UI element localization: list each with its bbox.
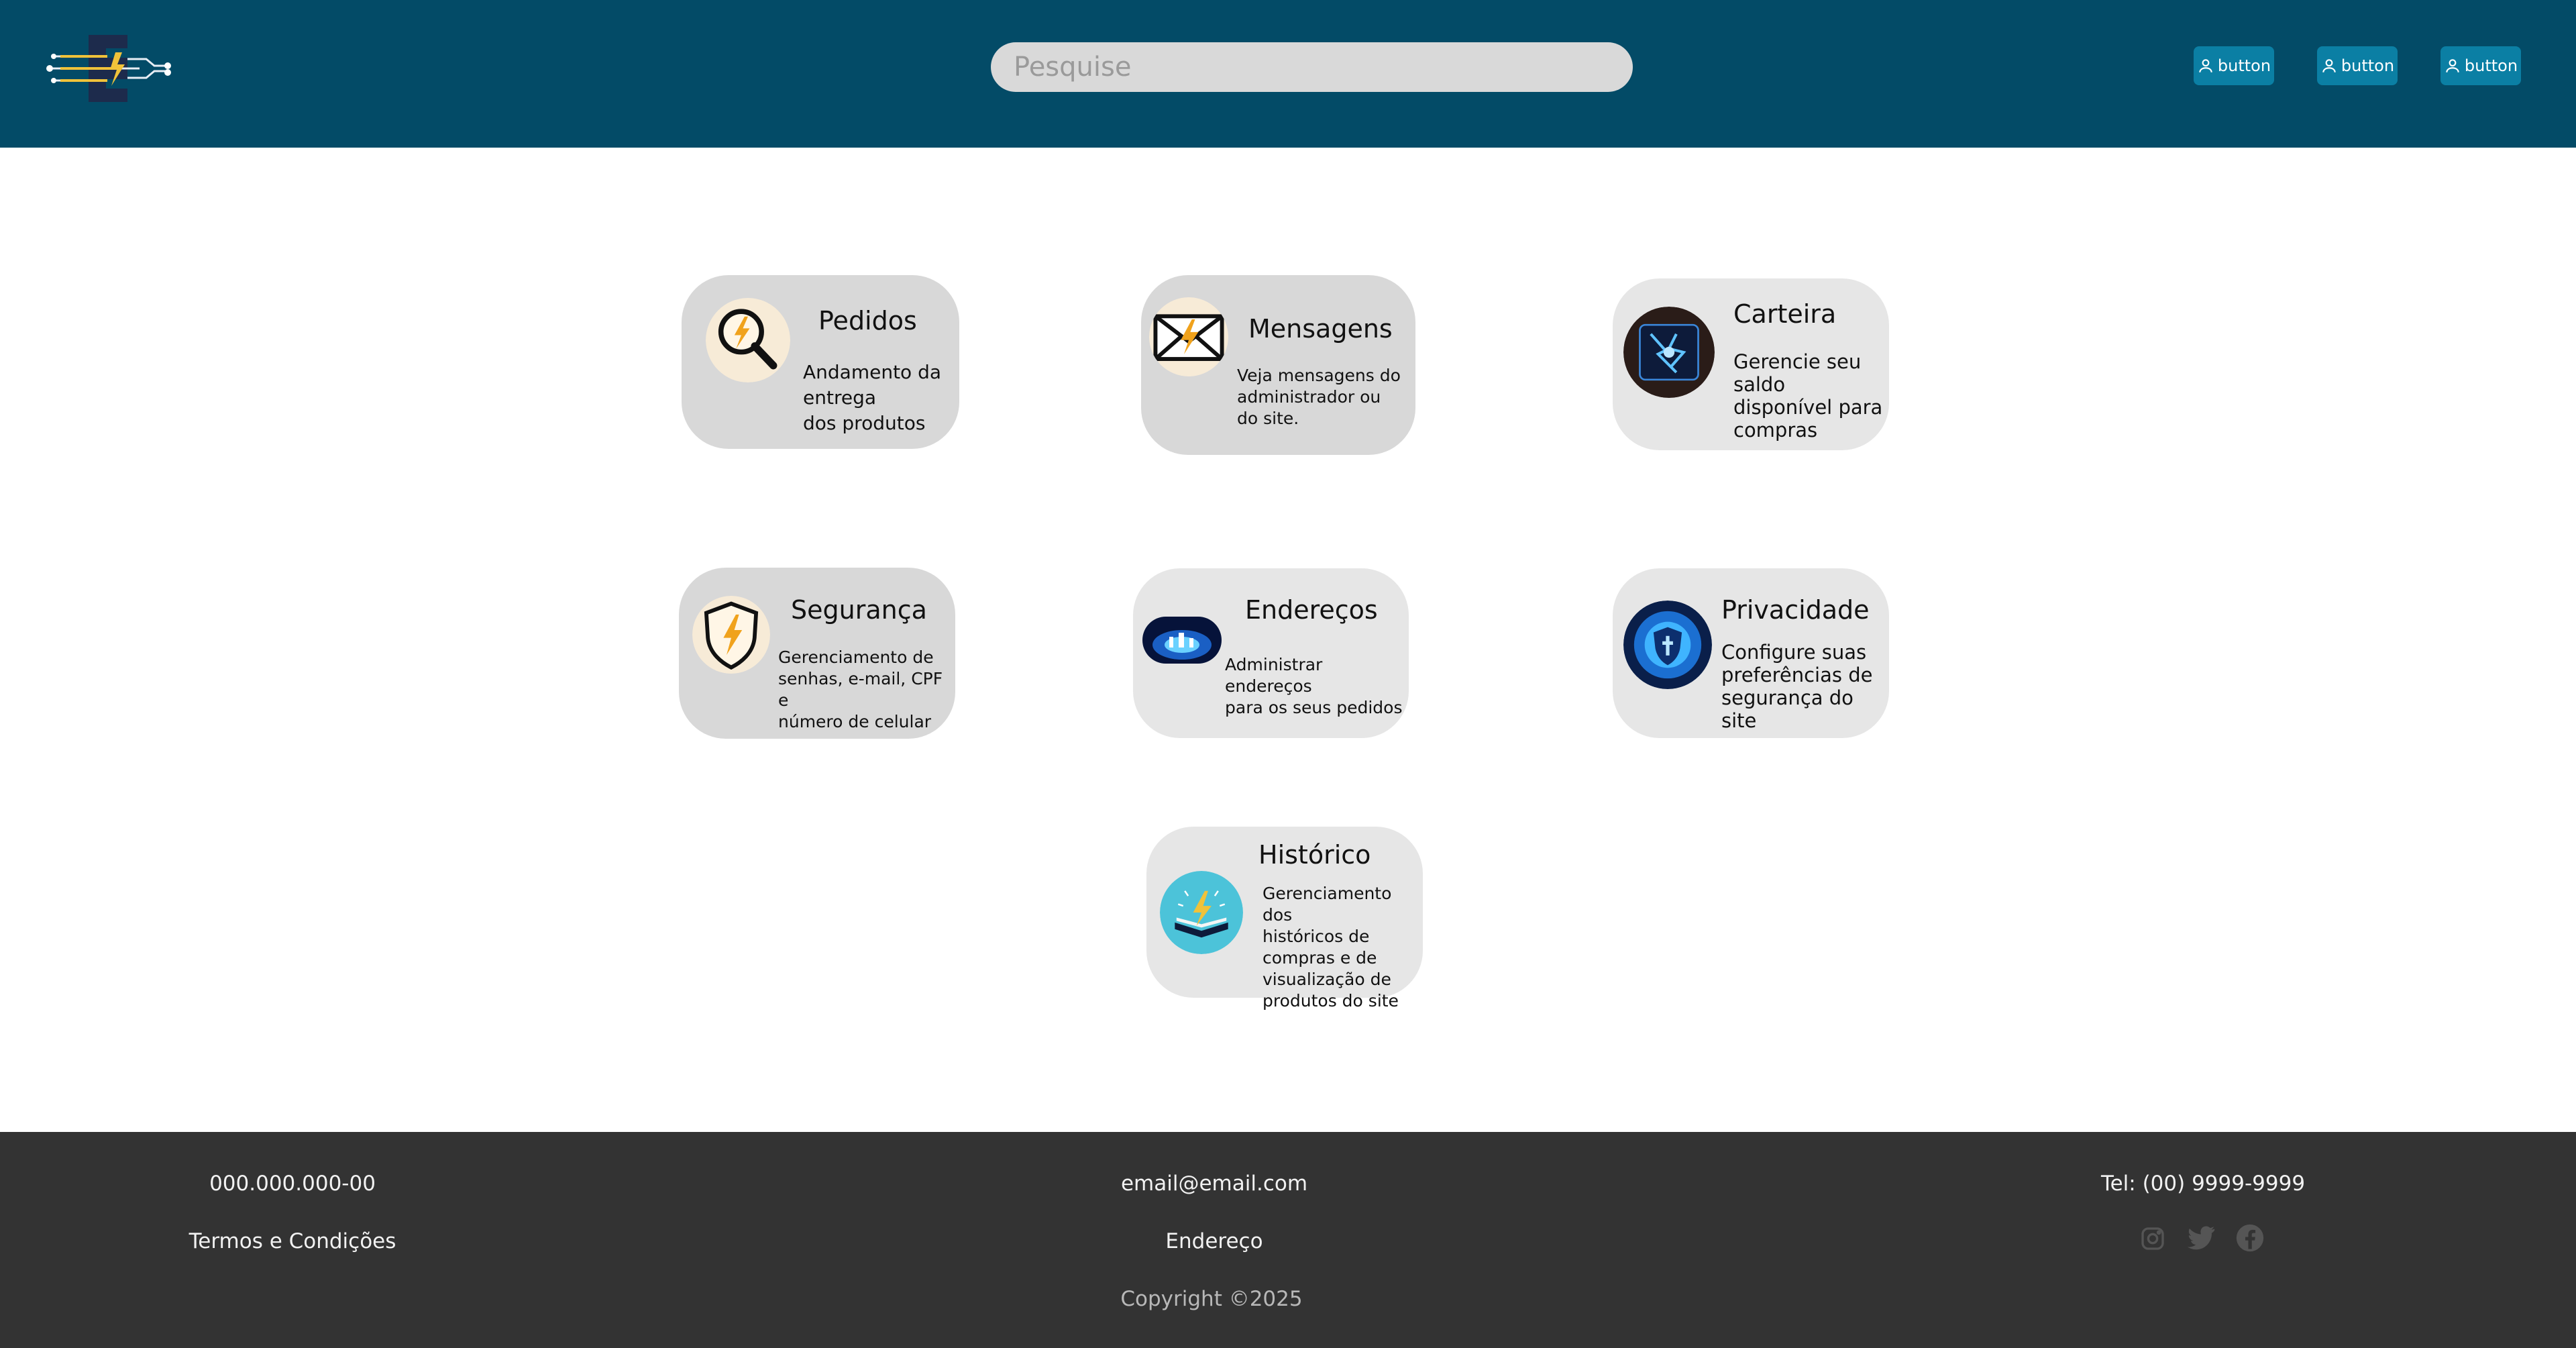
card-pedidos[interactable]: Pedidos Andamento da entrega dos produto… [682, 275, 959, 449]
card-title: Carteira [1733, 299, 1837, 329]
wallet-lightning-icon [1623, 307, 1715, 398]
header-button-label: button [2464, 56, 2518, 75]
footer-email[interactable]: email@email.com [1121, 1172, 1307, 1196]
user-icon [2322, 59, 2336, 72]
card-historico[interactable]: Histórico Gerenciamento dos históricos d… [1146, 827, 1423, 1010]
instagram-icon[interactable] [2139, 1225, 2166, 1252]
card-title: Segurança [791, 595, 927, 625]
card-description: Andamento da entrega dos produtos [803, 361, 942, 434]
card-description: Gerencie seu saldo disponível para compr… [1733, 350, 1883, 442]
user-icon [2446, 59, 2459, 72]
footer-terms-link[interactable]: Termos e Condições [189, 1229, 396, 1253]
card-privacidade[interactable]: Privacidade Configure suas preferências … [1613, 568, 1889, 738]
envelope-lightning-icon [1149, 297, 1228, 376]
card-title: Mensagens [1248, 314, 1393, 344]
header-button-3[interactable]: button [2440, 46, 2521, 85]
card-carteira[interactable]: Carteira Gerencie seu saldo disponível p… [1613, 278, 1889, 450]
shield-lightning-icon [692, 596, 770, 674]
card-title: Histórico [1258, 840, 1371, 870]
city-map-icon [1142, 617, 1222, 664]
header-button-2[interactable]: button [2317, 46, 2398, 85]
facebook-icon[interactable] [2235, 1223, 2265, 1253]
twitter-icon[interactable] [2186, 1223, 2216, 1253]
footer-copyright: Copyright ©2025 [1120, 1287, 1303, 1311]
top-header: button button button [0, 0, 2576, 148]
header-button-1[interactable]: button [2194, 46, 2274, 85]
magnifier-lightning-icon [706, 298, 790, 382]
search-input[interactable] [991, 42, 1633, 92]
card-description: Gerenciamento de senhas, e-mail, CPF e n… [778, 647, 943, 731]
footer-phone: Tel: (00) 9999-9999 [2100, 1172, 2306, 1196]
card-seguranca[interactable]: Segurança Gerenciamento de senhas, e-mai… [679, 568, 955, 739]
footer-address: Endereço [1165, 1229, 1263, 1253]
card-description: Configure suas preferências de segurança… [1721, 641, 1873, 732]
card-mensagens[interactable]: Mensagens Veja mensagens do administrado… [1141, 275, 1415, 455]
card-description: Administrar endereços para os seus pedid… [1225, 655, 1403, 717]
card-enderecos[interactable]: Endereços Administrar endereços para os … [1133, 568, 1409, 738]
history-book-icon [1160, 871, 1243, 954]
privacy-shield-icon [1623, 601, 1712, 689]
card-title: Endereços [1245, 595, 1378, 625]
card-description: Veja mensagens do administrador ou do si… [1237, 366, 1401, 428]
footer-cpf: 000.000.000-00 [209, 1172, 376, 1196]
card-title: Privacidade [1721, 595, 1870, 625]
header-button-label: button [2341, 56, 2395, 75]
user-icon [2199, 59, 2212, 72]
card-title: Pedidos [818, 306, 917, 335]
site-logo[interactable] [46, 32, 174, 105]
header-button-label: button [2217, 56, 2271, 75]
card-description: Gerenciamento dos históricos de compras … [1263, 884, 1399, 1010]
